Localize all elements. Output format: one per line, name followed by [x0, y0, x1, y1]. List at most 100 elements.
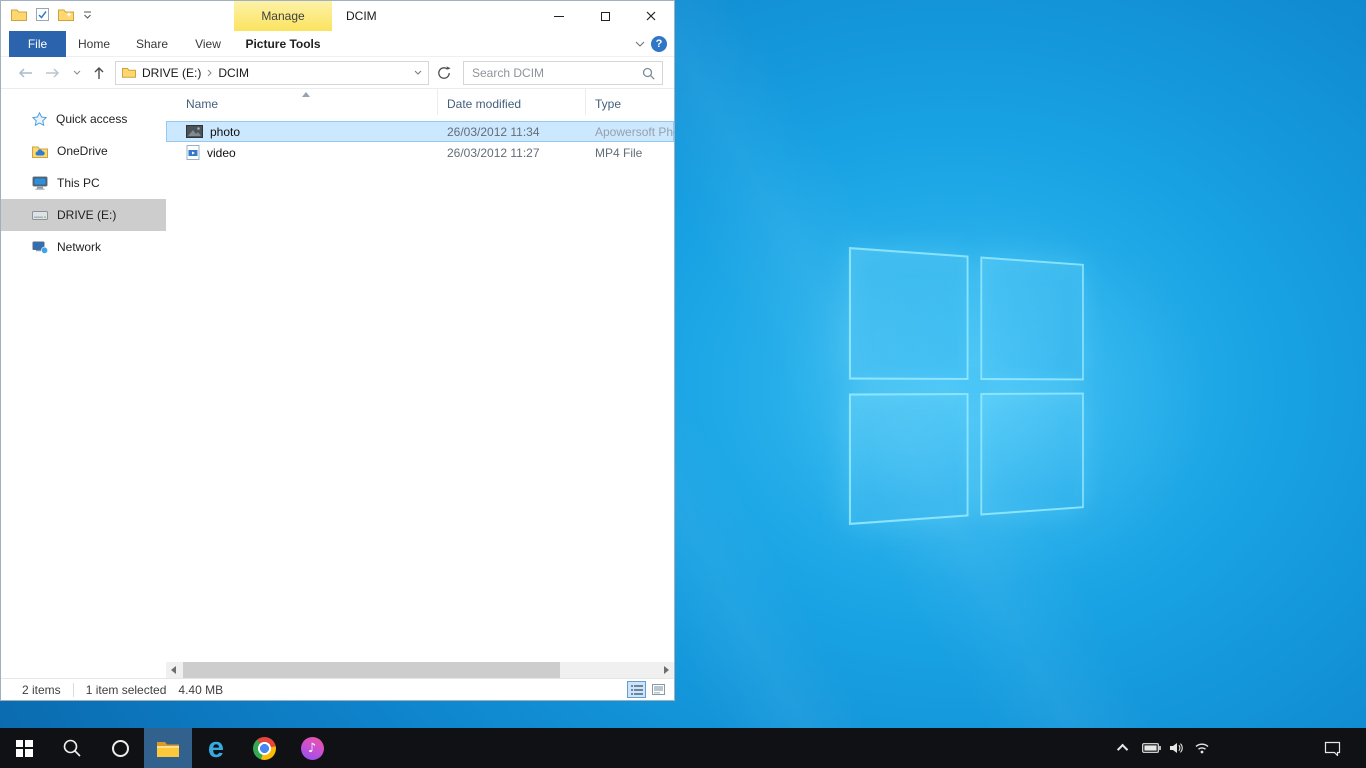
address-bar[interactable]: DRIVE (E:) DCIM	[115, 61, 429, 85]
refresh-button[interactable]	[437, 66, 451, 80]
column-header-date-modified[interactable]: Date modified	[438, 89, 586, 115]
sidebar-item-quick-access[interactable]: Quick access	[1, 103, 166, 135]
tab-home[interactable]: Home	[70, 31, 118, 57]
sidebar-item-label: DRIVE (E:)	[57, 208, 116, 222]
file-row-photo[interactable]: photo 26/03/2012 11:34 Apowersoft Pho	[166, 121, 674, 142]
minimize-icon	[554, 16, 564, 17]
itunes-button[interactable]	[288, 728, 336, 768]
close-icon	[646, 11, 656, 21]
chrome-icon	[253, 737, 276, 760]
file-list-area: Name Date modified Type photo 26/03/2012…	[166, 89, 674, 678]
thumbnail-view-button[interactable]	[649, 681, 668, 698]
file-date-modified: 26/03/2012 11:34	[438, 125, 586, 139]
close-button[interactable]	[628, 1, 674, 31]
explorer-main: Quick access OneDrive This PC DRIVE (E:)	[1, 89, 674, 678]
search-icon	[62, 738, 82, 758]
file-name: video	[207, 146, 236, 160]
file-name: photo	[210, 125, 240, 139]
recent-locations-chevron-icon[interactable]	[73, 70, 81, 75]
action-center-icon	[1324, 741, 1341, 756]
ribbon-tabs: File Home Share View Picture Tools	[1, 31, 674, 57]
breadcrumb-separator-icon[interactable]	[207, 69, 212, 77]
scrollbar-thumb[interactable]	[183, 662, 560, 678]
refresh-icon	[437, 66, 451, 80]
taskbar-file-explorer-button[interactable]	[144, 728, 192, 768]
sidebar-item-label: Quick access	[56, 112, 127, 126]
tab-file[interactable]: File	[9, 31, 66, 57]
quick-access-star-icon	[32, 112, 47, 126]
forward-button[interactable]	[45, 67, 61, 79]
address-bar-row: DRIVE (E:) DCIM	[1, 57, 674, 89]
windows-logo-pane	[849, 393, 968, 526]
details-view-button[interactable]	[627, 681, 646, 698]
edge-button[interactable]	[192, 728, 240, 768]
file-explorer-icon	[156, 739, 180, 758]
search-icon[interactable]	[642, 67, 655, 80]
action-center-button[interactable]	[1318, 728, 1346, 768]
cortana-button[interactable]	[96, 728, 144, 768]
network-tray-button[interactable]	[1190, 728, 1214, 768]
ribbon-expand-chevron-icon[interactable]	[635, 41, 645, 47]
search-input[interactable]	[464, 62, 662, 84]
sidebar-item-drive-e[interactable]: DRIVE (E:)	[1, 199, 166, 231]
volume-tray-button[interactable]	[1164, 728, 1188, 768]
horizontal-scrollbar[interactable]	[166, 662, 674, 678]
windows-logo-pane	[980, 256, 1084, 379]
chrome-button[interactable]	[240, 728, 288, 768]
sidebar-item-label: Network	[57, 240, 101, 254]
window-title: DCIM	[346, 1, 377, 31]
windows-logo-pane	[849, 247, 968, 380]
windows-logo	[849, 247, 1084, 525]
properties-button-icon[interactable]	[36, 8, 49, 21]
file-row-video[interactable]: video 26/03/2012 11:27 MP4 File	[166, 142, 674, 163]
wifi-icon	[1194, 742, 1210, 754]
tray-expand-button[interactable]	[1112, 728, 1136, 768]
edge-icon	[208, 734, 224, 763]
minimize-button[interactable]	[536, 1, 582, 31]
maximize-button[interactable]	[582, 1, 628, 31]
address-folder-icon	[122, 67, 136, 78]
file-date-modified: 26/03/2012 11:27	[438, 146, 586, 160]
scroll-right-arrow-icon[interactable]	[664, 666, 669, 674]
scroll-left-arrow-icon[interactable]	[171, 666, 176, 674]
sidebar-item-onedrive[interactable]: OneDrive	[1, 135, 166, 167]
help-button[interactable]	[651, 36, 667, 52]
window-controls	[536, 1, 674, 31]
battery-icon	[1142, 743, 1161, 753]
thumbnail-view-icon	[652, 684, 665, 695]
titlebar[interactable]: Manage DCIM	[1, 1, 674, 31]
up-button[interactable]	[93, 66, 105, 80]
sidebar-item-label: This PC	[57, 176, 100, 190]
breadcrumb-dcim[interactable]: DCIM	[218, 66, 249, 80]
back-button[interactable]	[17, 67, 33, 79]
view-toggles	[627, 681, 668, 698]
tab-picture-tools[interactable]: Picture Tools	[234, 31, 332, 57]
column-header-type[interactable]: Type	[586, 89, 674, 115]
customize-qat-chevron-icon[interactable]	[83, 11, 92, 19]
photo-file-icon	[186, 125, 203, 138]
video-file-icon	[186, 145, 200, 160]
file-type: MP4 File	[586, 146, 674, 160]
maximize-icon	[601, 12, 610, 21]
taskbar-search-button[interactable]	[48, 728, 96, 768]
status-divider	[73, 683, 74, 697]
tab-view[interactable]: View	[185, 31, 231, 57]
navigation-pane: Quick access OneDrive This PC DRIVE (E:)	[1, 89, 166, 678]
breadcrumb-drive[interactable]: DRIVE (E:)	[142, 66, 201, 80]
network-icon	[32, 241, 48, 254]
address-dropdown-chevron-icon[interactable]	[414, 70, 422, 75]
contextual-tab-manage[interactable]: Manage	[234, 1, 332, 31]
battery-tray-button[interactable]	[1139, 728, 1163, 768]
start-button[interactable]	[0, 728, 48, 768]
sidebar-item-this-pc[interactable]: This PC	[1, 167, 166, 199]
status-bar: 2 items 1 item selected 4.40 MB	[1, 678, 674, 700]
taskbar	[0, 728, 1366, 768]
tab-share[interactable]: Share	[128, 31, 176, 57]
explorer-folder-icon[interactable]	[11, 8, 27, 21]
windows-logo-pane	[980, 392, 1084, 515]
new-folder-button-icon[interactable]	[58, 8, 74, 21]
cortana-icon	[112, 740, 129, 757]
details-view-icon	[631, 685, 643, 695]
explorer-window: Manage DCIM File Home Share View Picture…	[0, 0, 675, 701]
sidebar-item-network[interactable]: Network	[1, 231, 166, 263]
